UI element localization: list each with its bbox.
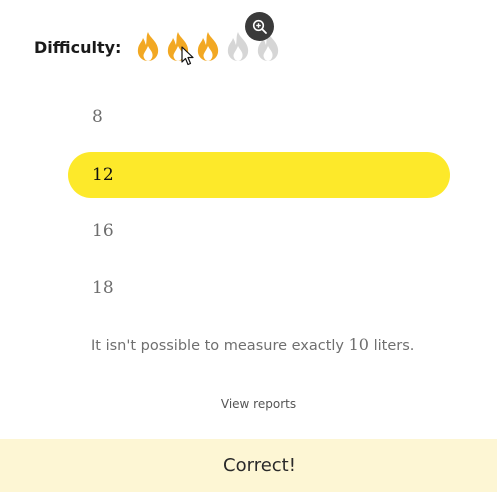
answer-option-2[interactable]: 12 bbox=[68, 152, 450, 198]
flame-icon bbox=[137, 32, 159, 61]
difficulty-rating: Difficulty: bbox=[34, 30, 279, 64]
zoom-in-icon bbox=[252, 19, 267, 34]
view-reports-link-row: View reports bbox=[0, 397, 497, 411]
answer-option-3[interactable]: 16 bbox=[68, 208, 450, 254]
answer-option-1[interactable]: 8 bbox=[68, 94, 450, 140]
answer-option-label: 8 bbox=[92, 107, 103, 127]
flame-icon bbox=[197, 32, 219, 61]
result-banner: Correct! bbox=[0, 439, 497, 492]
result-label: Correct! bbox=[223, 455, 296, 476]
explanation-text: It isn't possible to measure exactly 10 … bbox=[91, 335, 415, 354]
answer-option-label: 12 bbox=[92, 165, 114, 185]
answer-option-label: 16 bbox=[92, 221, 114, 241]
difficulty-label: Difficulty: bbox=[34, 37, 122, 57]
mouse-cursor-icon bbox=[181, 46, 194, 66]
zoom-button[interactable] bbox=[245, 12, 274, 41]
answer-option-label: 18 bbox=[92, 278, 114, 298]
answer-option-4[interactable]: 18 bbox=[68, 265, 450, 311]
explanation-number: 10 bbox=[348, 335, 369, 354]
view-reports-link[interactable]: View reports bbox=[221, 397, 296, 411]
